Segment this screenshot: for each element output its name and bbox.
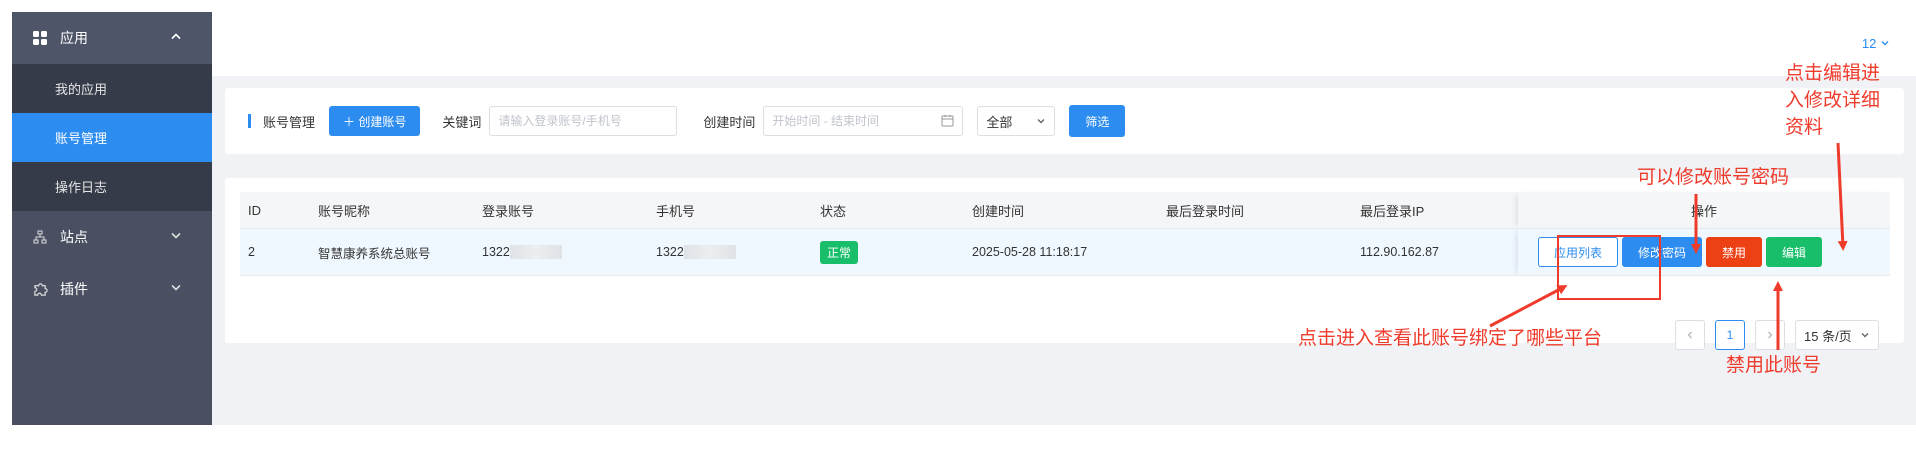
apps-grid-icon	[32, 30, 48, 46]
puzzle-icon	[32, 281, 48, 297]
sidebar-group-label: 插件	[60, 281, 88, 297]
chevron-down-icon	[1860, 328, 1870, 343]
cell-last-login	[1158, 228, 1352, 276]
pagination: 1 15 条/页	[1665, 320, 1879, 350]
page-size-select[interactable]: 15 条/页	[1795, 320, 1879, 350]
sidebar-item-my-apps[interactable]: 我的应用	[12, 64, 212, 113]
sidebar-group-label: 应用	[60, 30, 88, 46]
sidebar: 应用 我的应用 账号管理 操作日志 站点 插件	[12, 12, 212, 425]
cell-nickname: 智慧康养系统总账号	[310, 228, 474, 276]
keyword-label: 关键词	[442, 114, 482, 130]
cell-id: 2	[240, 228, 310, 276]
annotation-line: 资料	[1785, 117, 1824, 138]
col-status: 状态	[812, 192, 964, 229]
next-page-button[interactable]	[1755, 320, 1785, 350]
phone-prefix: 1322	[656, 244, 684, 259]
cell-phone: 1322	[648, 228, 812, 276]
status-badge: 正常	[820, 240, 859, 264]
disable-button[interactable]: 禁用	[1706, 237, 1762, 267]
col-actions: 操作	[1518, 192, 1890, 229]
sidebar-item-op-log[interactable]: 操作日志	[12, 162, 212, 211]
col-last-login: 最后登录时间	[1158, 192, 1352, 229]
created-time-label: 创建时间	[703, 114, 756, 130]
cell-last-ip: 112.90.162.87	[1352, 228, 1518, 276]
top-header: 12	[212, 12, 1916, 76]
page-size-value: 15 条/页	[1804, 328, 1852, 344]
sidebar-group-label: 站点	[60, 229, 88, 245]
annotation-disable: 禁用此账号	[1726, 355, 1822, 376]
sidebar-group-sites[interactable]: 站点	[12, 211, 212, 263]
table-header-row: ID 账号昵称 登录账号 手机号 状态 创建时间 最后登录时间 最后登录IP 操…	[240, 192, 1890, 229]
version-dropdown[interactable]: 12	[1862, 36, 1890, 51]
col-last-ip: 最后登录IP	[1352, 192, 1518, 229]
keyword-input[interactable]	[489, 106, 678, 136]
status-select-value: 全部	[986, 114, 1013, 130]
blur-mask	[509, 245, 562, 260]
sidebar-group-plugins[interactable]: 插件	[12, 263, 212, 315]
col-id: ID	[240, 192, 310, 229]
chevron-down-icon	[1036, 114, 1046, 129]
page-button-current[interactable]: 1	[1715, 320, 1745, 350]
filter-card: 账号管理 ＋ 创建账号 关键词 创建时间 全部 筛选	[225, 88, 1904, 154]
prev-page-button[interactable]	[1675, 320, 1705, 350]
blur-mask	[683, 245, 736, 260]
login-prefix: 1322	[482, 244, 510, 259]
annotation-highlight-box	[1557, 235, 1661, 300]
status-select[interactable]: 全部	[977, 106, 1056, 136]
annotation-line: 点击编辑进	[1785, 63, 1881, 84]
chevron-right-icon	[1768, 331, 1773, 339]
sitemap-icon	[32, 229, 48, 245]
chevron-down-icon	[170, 230, 182, 245]
chevron-down-icon	[170, 282, 182, 297]
cell-created: 2025-05-28 11:18:17	[964, 228, 1158, 276]
cell-login: 1322	[474, 228, 648, 276]
annotation-edit: 点击编辑进 入修改详细 资料	[1785, 60, 1880, 141]
chevron-down-icon	[1880, 36, 1890, 51]
col-created: 创建时间	[964, 192, 1158, 229]
section-accent	[248, 114, 251, 128]
create-account-button[interactable]: ＋ 创建账号	[329, 106, 421, 136]
sidebar-group-apps[interactable]: 应用	[12, 12, 212, 64]
section-title: 账号管理	[263, 114, 316, 130]
cell-status: 正常	[812, 228, 964, 276]
edit-button[interactable]: 编辑	[1766, 237, 1822, 267]
col-nickname: 账号昵称	[310, 192, 474, 229]
col-phone: 手机号	[648, 192, 812, 229]
sidebar-item-account-mgmt[interactable]: 账号管理	[12, 113, 212, 162]
date-range-picker[interactable]	[763, 106, 964, 136]
calendar-icon	[941, 114, 954, 130]
version-label: 12	[1861, 36, 1877, 51]
filter-button[interactable]: 筛选	[1069, 105, 1126, 137]
annotation-line: 入修改详细	[1785, 90, 1881, 111]
annotation-password: 可以修改账号密码	[1637, 167, 1790, 188]
col-login: 登录账号	[474, 192, 648, 229]
annotation-app-list: 点击进入查看此账号绑定了哪些平台	[1298, 328, 1603, 349]
chevron-left-icon	[1687, 331, 1692, 339]
chevron-up-icon	[170, 31, 182, 46]
date-range-input[interactable]	[763, 106, 964, 136]
